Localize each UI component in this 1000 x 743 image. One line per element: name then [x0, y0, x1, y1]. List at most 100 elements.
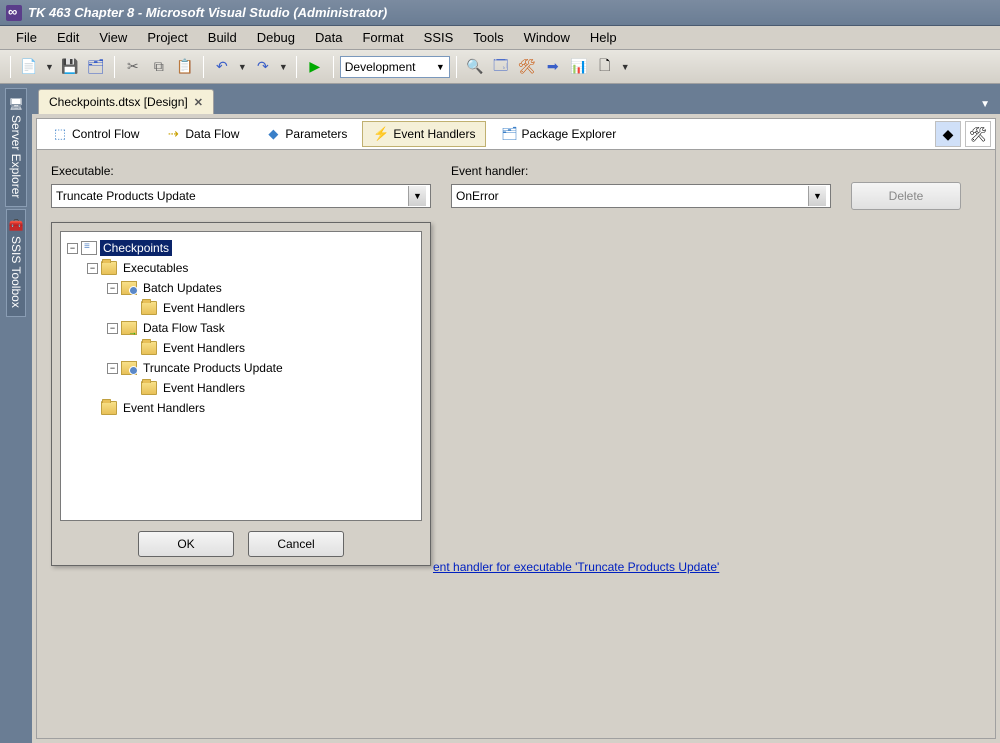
- executable-value: Truncate Products Update: [56, 189, 196, 203]
- create-handler-link[interactable]: ent handler for executable 'Truncate Pro…: [433, 560, 719, 574]
- menu-ssis[interactable]: SSIS: [414, 28, 464, 47]
- solution-config-combo[interactable]: Development ▼: [340, 56, 450, 78]
- executable-combo-arrow[interactable]: ▼: [408, 186, 426, 206]
- document-tab-checkpoints[interactable]: Checkpoints.dtsx [Design] ✕: [38, 89, 214, 114]
- save-all-button[interactable]: 🗂: [84, 55, 108, 79]
- redo-dropdown[interactable]: ▼: [277, 62, 290, 72]
- menu-file[interactable]: File: [6, 28, 47, 47]
- tab-event-handlers[interactable]: ⚡ Event Handlers: [362, 121, 486, 147]
- side-tab-server-explorer[interactable]: 🖥 Server Explorer: [5, 88, 26, 207]
- tab-event-handlers-label: Event Handlers: [393, 127, 475, 141]
- side-tab-server-explorer-label: Server Explorer: [9, 115, 23, 198]
- tree-toggle[interactable]: −: [87, 263, 98, 274]
- tree-node-batch-updates[interactable]: Batch Updates: [140, 280, 225, 296]
- toolbar-tool-3[interactable]: 🛠: [515, 55, 539, 79]
- undo-button[interactable]: ↶: [210, 55, 234, 79]
- menu-format[interactable]: Format: [352, 28, 413, 47]
- copy-button[interactable]: ⧉: [147, 55, 171, 79]
- menu-window[interactable]: Window: [514, 28, 580, 47]
- tab-data-flow[interactable]: ⇢ Data Flow: [154, 121, 250, 147]
- toolbar-grip: [10, 56, 11, 78]
- executable-tree-popup: − Checkpoints − Executables − Batch: [51, 222, 431, 566]
- tree-toggle[interactable]: −: [107, 283, 118, 294]
- side-tab-ssis-toolbox-label: SSIS Toolbox: [9, 236, 23, 308]
- tree-toggle[interactable]: −: [107, 363, 118, 374]
- handler-combo-arrow[interactable]: ▼: [808, 186, 826, 206]
- executable-combo[interactable]: Truncate Products Update ▼: [51, 184, 431, 208]
- data-flow-task-icon: [121, 321, 137, 335]
- menu-debug[interactable]: Debug: [247, 28, 305, 47]
- new-dropdown[interactable]: ▼: [43, 62, 56, 72]
- undo-dropdown[interactable]: ▼: [236, 62, 249, 72]
- server-explorer-icon: 🖥: [8, 97, 23, 111]
- menu-project[interactable]: Project: [137, 28, 197, 47]
- paste-button[interactable]: 📋: [173, 55, 197, 79]
- side-tab-ssis-toolbox[interactable]: 🧰 SSIS Toolbox: [6, 209, 27, 317]
- tree-toggle[interactable]: −: [67, 243, 78, 254]
- parameters-icon: ◆: [265, 126, 281, 142]
- handler-value: OnError: [456, 189, 499, 203]
- ssis-toolbox-icon: 🧰: [9, 218, 24, 232]
- toolbar-tool-4[interactable]: ➡: [541, 55, 565, 79]
- delete-button[interactable]: Delete: [851, 182, 961, 210]
- handler-label: Event handler:: [451, 164, 831, 178]
- tab-package-explorer-label: Package Explorer: [521, 127, 616, 141]
- cancel-button[interactable]: Cancel: [248, 531, 344, 557]
- data-flow-icon: ⇢: [165, 126, 181, 142]
- folder-icon: [101, 261, 117, 275]
- redo-button[interactable]: ↷: [251, 55, 275, 79]
- chevron-down-icon: ▼: [436, 62, 445, 72]
- executable-label: Executable:: [51, 164, 431, 178]
- window-title: TK 463 Chapter 8 - Microsoft Visual Stud…: [28, 5, 387, 20]
- menu-data[interactable]: Data: [305, 28, 352, 47]
- toolbar-tool-6[interactable]: 🗋: [593, 55, 617, 79]
- toolbar: 📄▼ 💾 🗂 ✂ ⧉ 📋 ↶▼ ↷▼ ▶ Development ▼ 🔍 🗔 🛠…: [0, 50, 1000, 84]
- control-flow-icon: ⬚: [52, 126, 68, 142]
- tree-node-checkpoints[interactable]: Checkpoints: [100, 240, 172, 256]
- handler-combo[interactable]: OnError ▼: [451, 184, 831, 208]
- designer-tool-2[interactable]: 🛠: [965, 121, 991, 147]
- event-handlers-icon: ⚡: [373, 126, 389, 142]
- tree-toggle[interactable]: −: [107, 323, 118, 334]
- window-titlebar: TK 463 Chapter 8 - Microsoft Visual Stud…: [0, 0, 1000, 26]
- new-project-button[interactable]: 📄: [17, 55, 41, 79]
- designer-tabs: ⬚ Control Flow ⇢ Data Flow ◆ Parameters …: [36, 118, 996, 150]
- menu-view[interactable]: View: [89, 28, 137, 47]
- package-explorer-icon: 🗂: [501, 126, 517, 142]
- tree-node-event-handlers-2[interactable]: Event Handlers: [160, 340, 248, 356]
- tree-node-truncate[interactable]: Truncate Products Update: [140, 360, 286, 376]
- tab-data-flow-label: Data Flow: [185, 127, 239, 141]
- toolbar-tool-6-dropdown[interactable]: ▼: [619, 62, 632, 72]
- menu-edit[interactable]: Edit: [47, 28, 89, 47]
- menu-tools[interactable]: Tools: [463, 28, 513, 47]
- task-icon: [121, 281, 137, 295]
- tree-node-event-handlers-3[interactable]: Event Handlers: [160, 380, 248, 396]
- ok-button[interactable]: OK: [138, 531, 234, 557]
- tree-node-event-handlers-1[interactable]: Event Handlers: [160, 300, 248, 316]
- tree-node-data-flow-task[interactable]: Data Flow Task: [140, 320, 228, 336]
- vs-logo-icon: [6, 5, 22, 21]
- start-debug-button[interactable]: ▶: [303, 55, 327, 79]
- close-tab-icon[interactable]: ✕: [194, 96, 203, 109]
- toolbar-tool-1[interactable]: 🔍: [463, 55, 487, 79]
- side-tab-well: 🖥 Server Explorer 🧰 SSIS Toolbox: [0, 84, 32, 743]
- toolbar-tool-5[interactable]: 📊: [567, 55, 591, 79]
- executable-tree[interactable]: − Checkpoints − Executables − Batch: [60, 231, 422, 521]
- tab-overflow-dropdown[interactable]: ▼: [976, 95, 994, 114]
- tab-control-flow-label: Control Flow: [72, 127, 139, 141]
- tab-parameters[interactable]: ◆ Parameters: [254, 121, 358, 147]
- document-tab-label: Checkpoints.dtsx [Design]: [49, 95, 188, 109]
- designer-tool-1[interactable]: ◆: [935, 121, 961, 147]
- cut-button[interactable]: ✂: [121, 55, 145, 79]
- save-button[interactable]: 💾: [58, 55, 82, 79]
- tree-node-executables[interactable]: Executables: [120, 260, 191, 276]
- toolbar-tool-2[interactable]: 🗔: [489, 55, 513, 79]
- folder-icon: [141, 381, 157, 395]
- tab-package-explorer[interactable]: 🗂 Package Explorer: [490, 121, 627, 147]
- tab-control-flow[interactable]: ⬚ Control Flow: [41, 121, 150, 147]
- folder-icon: [101, 401, 117, 415]
- menu-help[interactable]: Help: [580, 28, 627, 47]
- tree-node-event-handlers-root[interactable]: Event Handlers: [120, 400, 208, 416]
- folder-icon: [141, 301, 157, 315]
- menu-build[interactable]: Build: [198, 28, 247, 47]
